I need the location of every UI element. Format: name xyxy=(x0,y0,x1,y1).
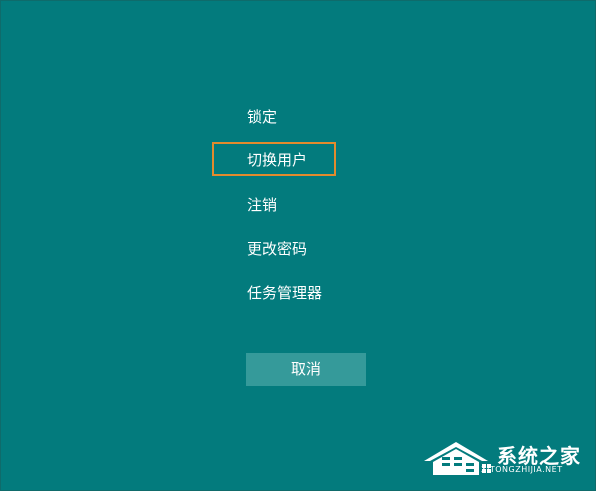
secure-attention-screen: 锁定 切换用户 注销 更改密码 任务管理器 取消 系统之家 XITONGZHIJ… xyxy=(0,0,596,491)
change-password-option-label: 更改密码 xyxy=(247,240,308,258)
switch-user-option[interactable]: 切换用户 xyxy=(247,147,307,173)
lock-option-label: 锁定 xyxy=(247,108,278,126)
security-options-menu: 锁定 切换用户 注销 更改密码 任务管理器 取消 xyxy=(1,1,595,490)
sign-out-option[interactable]: 注销 xyxy=(247,192,277,218)
lock-option[interactable]: 锁定 xyxy=(247,104,277,130)
cancel-button[interactable]: 取消 xyxy=(246,353,366,386)
task-manager-option[interactable]: 任务管理器 xyxy=(247,280,322,306)
task-manager-option-label: 任务管理器 xyxy=(247,284,323,302)
sign-out-option-label: 注销 xyxy=(247,196,278,214)
change-password-option[interactable]: 更改密码 xyxy=(247,236,307,262)
switch-user-option-label: 切换用户 xyxy=(247,151,308,169)
